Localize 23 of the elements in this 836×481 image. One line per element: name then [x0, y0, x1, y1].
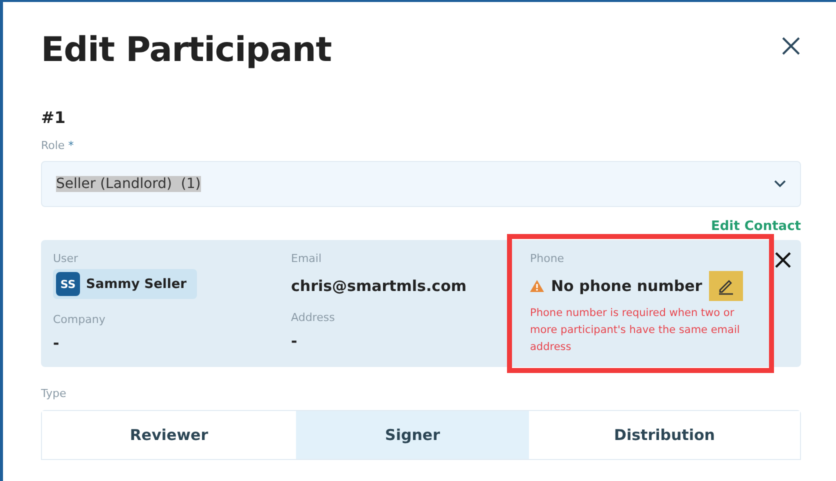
company-label: Company: [53, 313, 106, 326]
email-label: Email: [291, 252, 323, 265]
user-avatar: SS: [56, 272, 80, 296]
chevron-down-icon: [774, 180, 786, 188]
remove-icon[interactable]: [775, 252, 791, 268]
email-value: chris@smartmls.com: [291, 277, 468, 297]
company-value: -: [53, 334, 60, 352]
role-select[interactable]: Seller (Landlord) (1): [41, 161, 801, 207]
close-icon[interactable]: [781, 36, 801, 56]
warning-icon: [530, 280, 544, 292]
phone-value: No phone number: [551, 277, 702, 295]
user-label: User: [53, 252, 80, 265]
address-label: Address: [291, 311, 336, 324]
user-name: Sammy Seller: [86, 276, 187, 292]
role-label: Role *: [41, 139, 75, 152]
participant-number: #1: [41, 108, 67, 127]
phone-error-message: Phone number is required when two or more participant's have the same email address: [530, 306, 741, 355]
address-value: -: [291, 332, 298, 350]
phone-label: Phone: [530, 252, 564, 265]
dialog-title: Edit Participant: [41, 30, 332, 70]
type-tab[interactable]: Signer: [296, 411, 529, 459]
edit-phone-button[interactable]: [709, 271, 744, 301]
type-label: Type: [41, 387, 68, 400]
